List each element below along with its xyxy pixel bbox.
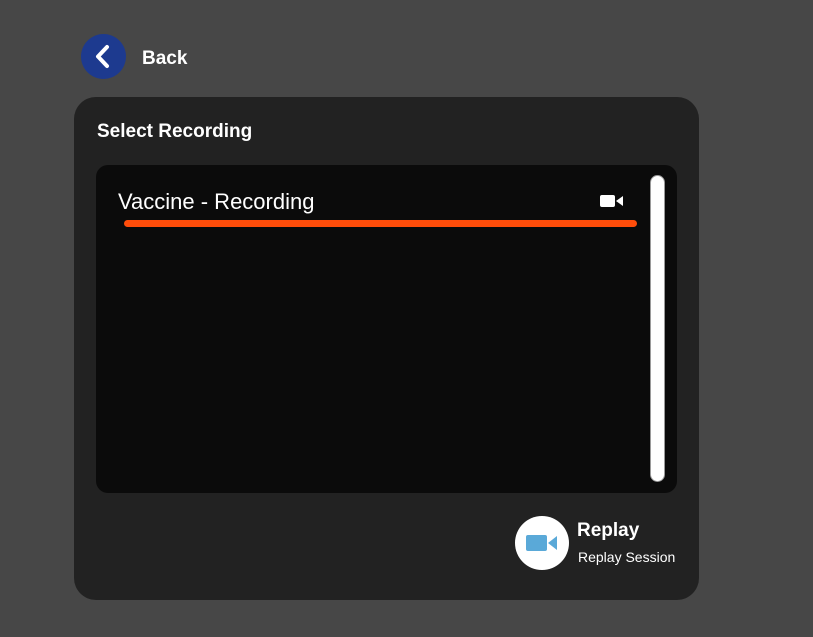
back-button[interactable] xyxy=(81,34,126,79)
recording-label: Vaccine - Recording xyxy=(118,189,315,214)
recording-list: Vaccine - Recording xyxy=(96,165,677,493)
back-label[interactable]: Back xyxy=(142,48,187,70)
replay-button[interactable] xyxy=(515,516,569,570)
video-camera-icon xyxy=(600,195,623,207)
replay-subtitle: Replay Session xyxy=(578,549,676,565)
video-camera-icon xyxy=(526,535,557,551)
panel-title: Select Recording xyxy=(97,121,253,142)
select-recording-panel: Select Recording Vaccine - Recording Rep… xyxy=(74,97,699,600)
selected-underline xyxy=(124,220,637,227)
list-scrollbar[interactable] xyxy=(650,175,665,482)
recording-list-item[interactable]: Vaccine - Recording xyxy=(96,183,641,233)
replay-title[interactable]: Replay xyxy=(577,520,639,542)
chevron-left-icon xyxy=(96,45,109,68)
